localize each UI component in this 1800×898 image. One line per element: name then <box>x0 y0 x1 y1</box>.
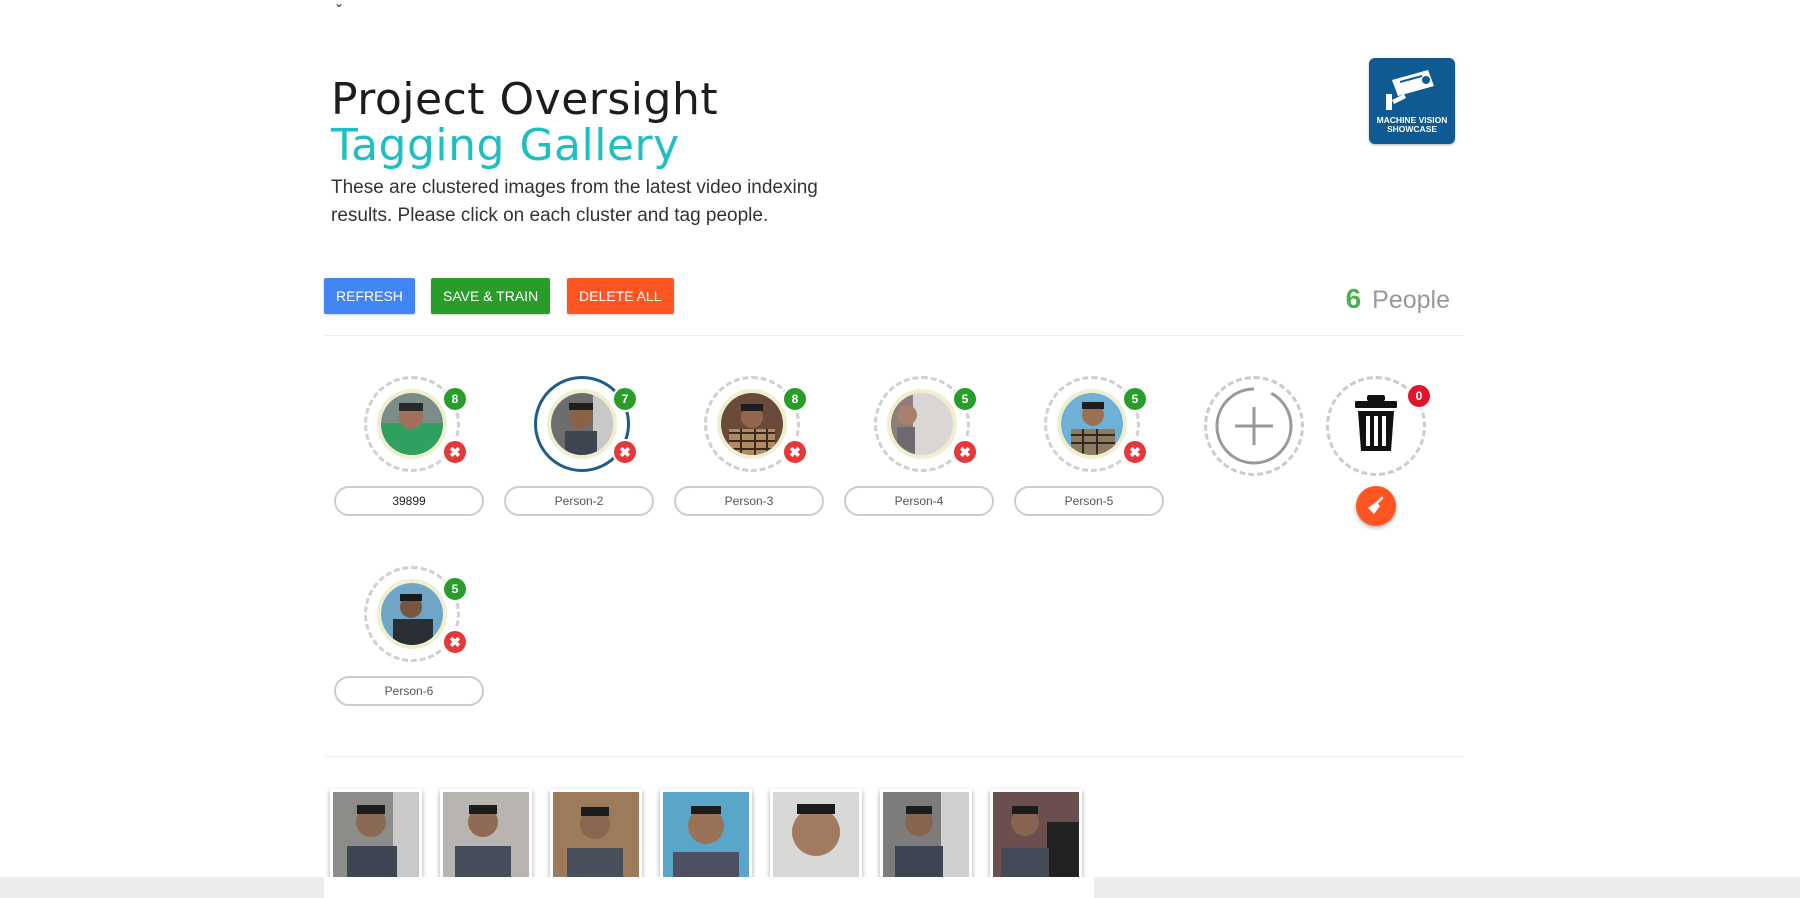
avatar <box>887 389 957 459</box>
cluster-name-input[interactable] <box>334 676 484 706</box>
face-thumbnail <box>663 792 749 878</box>
avatar <box>717 389 787 459</box>
avatar <box>1057 389 1127 459</box>
page-subtitle: Tagging Gallery <box>331 120 680 171</box>
close-icon: ✖ <box>449 634 461 650</box>
cluster-count-badge: 8 <box>782 386 808 412</box>
close-icon: ✖ <box>789 444 801 460</box>
remove-cluster-button[interactable]: ✖ <box>442 439 468 465</box>
cluster-card: 8 ✖ <box>334 376 484 536</box>
remove-cluster-button[interactable]: ✖ <box>952 439 978 465</box>
face-thumbnail <box>553 792 639 878</box>
remove-cluster-button[interactable]: ✖ <box>612 439 638 465</box>
face-thumbnail <box>333 792 419 878</box>
cluster-count-badge: 5 <box>1122 386 1148 412</box>
broom-icon <box>1368 496 1384 514</box>
people-count-label: People <box>1372 286 1450 314</box>
remove-cluster-button[interactable]: ✖ <box>442 629 468 655</box>
cluster-name-input[interactable] <box>674 486 824 516</box>
thumbnail-strip-bg <box>324 877 1094 898</box>
add-cluster-icon <box>1215 387 1293 465</box>
face-thumbnail <box>891 393 953 455</box>
avatar <box>377 579 447 649</box>
cluster-name-input[interactable] <box>334 486 484 516</box>
clear-trash-button[interactable] <box>1356 486 1396 526</box>
face-thumbnail <box>773 792 859 878</box>
face-image-thumbnail[interactable] <box>990 789 1082 881</box>
divider <box>324 335 1464 336</box>
people-count-number: 6 <box>1345 283 1362 314</box>
logo-line-2: SHOWCASE <box>1386 124 1438 134</box>
face-image-thumbnail[interactable] <box>770 789 862 881</box>
cluster-card: 5 ✖ <box>1014 376 1164 536</box>
cluster-count-badge: 5 <box>952 386 978 412</box>
face-thumbnail <box>1061 393 1123 455</box>
face-image-thumbnail[interactable] <box>330 789 422 881</box>
cluster-name-input[interactable] <box>1014 486 1164 516</box>
avatar <box>377 389 447 459</box>
close-icon: ✖ <box>1129 444 1141 460</box>
remove-cluster-button[interactable]: ✖ <box>782 439 808 465</box>
cluster-name-input[interactable] <box>844 486 994 516</box>
trash-count-badge: 0 <box>1406 383 1432 409</box>
cluster-card: 8 ✖ <box>674 376 824 536</box>
face-thumbnail <box>551 393 613 455</box>
people-count: 6 People <box>1346 283 1450 315</box>
logo-text: MACHINE VISION SHOWCASE <box>1369 116 1455 134</box>
refresh-button[interactable]: REFRESH <box>324 278 415 314</box>
face-image-thumbnail[interactable] <box>880 789 972 881</box>
cluster-count-badge: 7 <box>612 386 638 412</box>
face-thumbnail <box>381 583 443 645</box>
cluster-card: 7 ✖ <box>504 376 654 536</box>
avatar <box>547 389 617 459</box>
cluster-card: 5 ✖ <box>844 376 994 536</box>
machine-vision-logo: MACHINE VISION SHOWCASE <box>1369 58 1455 144</box>
page-title: Project Oversight <box>331 74 719 125</box>
close-icon: ✖ <box>619 444 631 460</box>
save-train-button[interactable]: SAVE & TRAIN <box>431 278 551 314</box>
face-thumbnail <box>381 393 443 455</box>
remove-cluster-button[interactable]: ✖ <box>1122 439 1148 465</box>
cluster-count-badge: 5 <box>442 576 468 602</box>
page-description: These are clustered images from the late… <box>331 177 818 226</box>
face-image-thumbnail[interactable] <box>660 789 752 881</box>
cluster-card: 5 ✖ <box>334 566 484 726</box>
face-thumbnail <box>721 393 783 455</box>
face-thumbnail <box>883 792 969 878</box>
delete-all-button[interactable]: DELETE ALL <box>567 278 674 314</box>
close-icon: ✖ <box>449 444 461 460</box>
cluster-name-input[interactable] <box>504 486 654 516</box>
cluster-count-badge: 8 <box>442 386 468 412</box>
face-image-thumbnail[interactable] <box>550 789 642 881</box>
face-image-thumbnail[interactable] <box>440 789 532 881</box>
face-thumbnail <box>993 792 1079 878</box>
divider <box>324 756 1464 757</box>
add-cluster-button[interactable] <box>1204 376 1304 476</box>
security-camera-icon <box>1386 70 1434 110</box>
close-icon: ✖ <box>959 444 971 460</box>
face-thumbnail <box>443 792 529 878</box>
